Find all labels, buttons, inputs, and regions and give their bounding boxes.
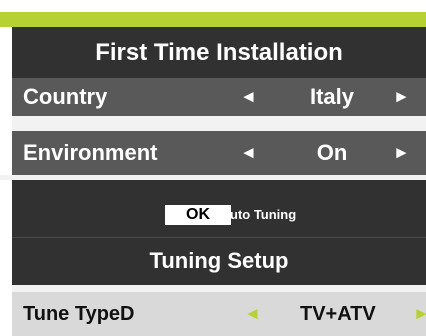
setting-value: Italy bbox=[309, 84, 355, 109]
setting-row-environment[interactable]: Environment ◄ On ► bbox=[12, 131, 426, 175]
row-divider bbox=[12, 116, 426, 131]
first-time-installation-header: First Time Installation bbox=[12, 27, 426, 78]
right-arrow-icon[interactable]: ► bbox=[413, 292, 426, 336]
setting-label: Country bbox=[23, 84, 108, 109]
left-arrow-icon[interactable]: ◄ bbox=[244, 292, 261, 336]
right-arrow-icon[interactable]: ► bbox=[393, 131, 410, 175]
left-arrow-icon[interactable]: ◄ bbox=[240, 131, 257, 175]
setting-row-tune-type[interactable]: Tune TypeD ◄ TV+ATV ► bbox=[12, 292, 426, 336]
tuning-setup-title: Tuning Setup bbox=[149, 248, 289, 273]
auto-tuning-label: uto Tuning bbox=[230, 207, 297, 222]
setting-value: TV+ATV bbox=[300, 303, 376, 325]
right-arrow-icon[interactable]: ► bbox=[393, 78, 410, 116]
setting-label: Environment bbox=[23, 140, 158, 165]
tuning-setup-header: Tuning Setup bbox=[12, 237, 426, 285]
left-arrow-icon[interactable]: ◄ bbox=[240, 78, 257, 116]
top-accent-bar bbox=[0, 12, 426, 27]
page-title: First Time Installation bbox=[95, 39, 343, 66]
row-divider bbox=[12, 285, 426, 292]
setting-row-country[interactable]: Country ◄ Italy ► bbox=[12, 78, 426, 116]
ok-button[interactable]: OK bbox=[165, 205, 231, 225]
setting-label: Tune TypeD bbox=[23, 303, 135, 325]
setting-value: On bbox=[316, 140, 348, 165]
